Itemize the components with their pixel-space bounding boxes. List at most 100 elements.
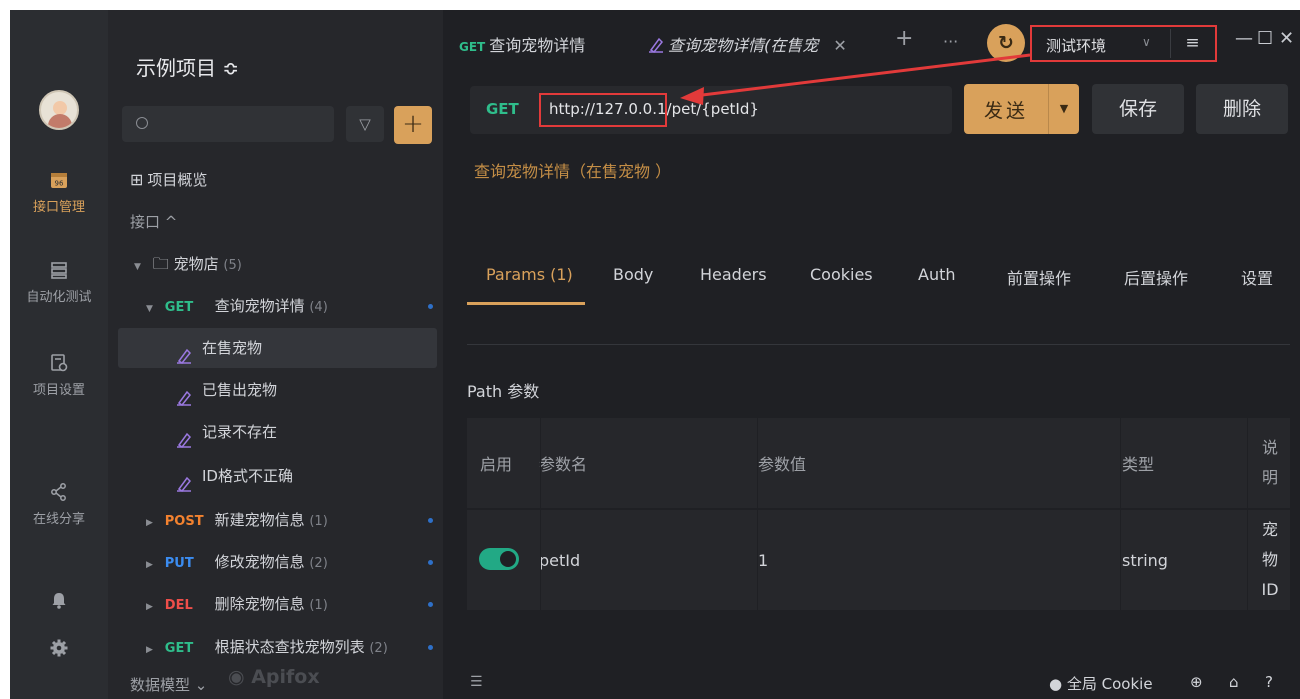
endpoint-item[interactable]: ▶ GET 根据状态查找宠物列表 (2) bbox=[108, 627, 443, 667]
param-name[interactable]: petId bbox=[539, 510, 739, 610]
maximize-button[interactable]: ☐ bbox=[1257, 28, 1273, 49]
tab-pre-processors[interactable]: 前置操作 bbox=[1007, 265, 1071, 289]
chevron-down-icon: ∨ bbox=[1142, 35, 1151, 49]
header-value: 参数值 bbox=[758, 455, 807, 474]
tab-auth[interactable]: Auth bbox=[918, 265, 956, 284]
cookie-icon: ● bbox=[1049, 675, 1063, 693]
caret-right-icon: ▶ bbox=[146, 518, 153, 528]
path-params-title: Path 参数 bbox=[467, 382, 540, 401]
api-calendar-icon: 96 bbox=[49, 170, 69, 190]
plus-icon: + bbox=[402, 109, 424, 139]
new-tab-button[interactable]: + bbox=[895, 26, 913, 51]
folder-pet-store[interactable]: ▼ 🗀 宠物店 (5) bbox=[108, 244, 443, 284]
collapse-panel-icon[interactable]: ☰ bbox=[470, 674, 483, 690]
refresh-icon: ↻ bbox=[998, 32, 1014, 54]
tab-post-processors[interactable]: 后置操作 bbox=[1124, 265, 1188, 289]
tab-body[interactable]: Body bbox=[613, 265, 653, 284]
close-window-button[interactable]: ✕ bbox=[1279, 28, 1294, 49]
status-dot bbox=[428, 518, 433, 523]
send-button[interactable]: 发送 ▼ bbox=[964, 84, 1079, 134]
rail-label: 项目设置 bbox=[32, 383, 85, 398]
endpoint-item[interactable]: ▶ POST 新建宠物信息 (1) bbox=[108, 500, 443, 540]
rail-automation[interactable]: 自动化测试 bbox=[10, 260, 108, 305]
filter-icon: ▽ bbox=[359, 115, 371, 133]
tab-request[interactable]: GET 查询宠物详情 bbox=[459, 32, 585, 56]
column-divider bbox=[1120, 418, 1121, 610]
tab-settings[interactable]: 设置 bbox=[1241, 265, 1273, 289]
tab-params[interactable]: Params (1) bbox=[486, 265, 573, 284]
menu-icon: ≡ bbox=[1185, 33, 1200, 53]
share-icon bbox=[49, 482, 69, 502]
minimize-button[interactable]: — bbox=[1235, 28, 1253, 49]
endpoint-item[interactable]: ▶ PUT 修改宠物信息 (2) bbox=[108, 542, 443, 582]
add-button[interactable]: + bbox=[394, 106, 432, 144]
divider bbox=[467, 344, 1290, 345]
bell-icon bbox=[49, 590, 69, 610]
shirt-icon[interactable]: ⌂ bbox=[1229, 673, 1239, 691]
environment-menu-button[interactable]: ≡ bbox=[1170, 29, 1214, 58]
search-icon bbox=[136, 117, 148, 129]
rail-label: 接口管理 bbox=[32, 200, 85, 215]
caret-right-icon: ▶ bbox=[146, 560, 153, 570]
environment-selector[interactable]: 测试环境 ∨ ≡ bbox=[1030, 25, 1217, 62]
save-button[interactable]: 保存 bbox=[1092, 84, 1184, 134]
request-tabs: Params (1) Body Headers Cookies Auth 前置操… bbox=[467, 262, 1287, 312]
tab-headers[interactable]: Headers bbox=[700, 265, 767, 284]
delete-button[interactable]: 删除 bbox=[1196, 84, 1288, 134]
rail-project-settings[interactable]: 项目设置 bbox=[10, 353, 108, 398]
tab-cookies[interactable]: Cookies bbox=[810, 265, 873, 284]
notifications-button[interactable] bbox=[10, 590, 108, 616]
caret-down-icon: ▼ bbox=[146, 304, 153, 314]
tab-case[interactable]: 查询宠物详情(在售宠 ✕ bbox=[648, 32, 847, 56]
method-selector[interactable]: GET bbox=[486, 100, 519, 118]
case-item[interactable]: 在售宠物 bbox=[118, 328, 437, 368]
endpoint-item[interactable]: ▶ DEL 删除宠物信息 (1) bbox=[108, 584, 443, 624]
status-bar: ☰ ● 全局 Cookie ⊕ ⌂ ? bbox=[443, 668, 1300, 699]
column-divider bbox=[540, 418, 541, 610]
caret-down-icon: ▼ bbox=[134, 262, 141, 272]
test-case-icon bbox=[176, 381, 192, 406]
project-settings-icon bbox=[49, 353, 69, 373]
status-dot bbox=[428, 645, 433, 650]
case-item[interactable]: 记录不存在 bbox=[108, 412, 443, 452]
case-item[interactable]: 已售出宠物 bbox=[108, 370, 443, 410]
rail-api-management[interactable]: 96 接口管理 bbox=[10, 170, 108, 215]
sync-button[interactable]: ↻ bbox=[987, 24, 1025, 62]
test-case-icon bbox=[648, 37, 664, 53]
folder-icon: 🗀 bbox=[152, 254, 169, 273]
avatar[interactable] bbox=[39, 90, 79, 130]
section-api[interactable]: 接口 ^ bbox=[108, 202, 443, 242]
param-type[interactable]: string bbox=[1122, 510, 1242, 610]
param-value[interactable]: 1 bbox=[758, 510, 1118, 610]
test-case-icon bbox=[176, 423, 192, 448]
filter-button[interactable]: ▽ bbox=[346, 106, 384, 142]
case-item[interactable]: ID格式不正确 bbox=[108, 456, 443, 496]
svg-text:96: 96 bbox=[55, 180, 64, 188]
project-title[interactable]: 示例项目 ≎ bbox=[136, 52, 239, 81]
app-window: 96 接口管理 自动化测试 项目设置 在线分享 示例项目 ≎ ▽ + ⊞ 项目概… bbox=[10, 10, 1300, 699]
send-options-button[interactable]: ▼ bbox=[1048, 84, 1079, 134]
sidebar-item-overview[interactable]: ⊞ 项目概览 bbox=[108, 160, 443, 200]
enabled-toggle[interactable] bbox=[479, 548, 519, 570]
rail-label: 在线分享 bbox=[32, 512, 85, 527]
settings-button[interactable] bbox=[10, 638, 108, 664]
grid-icon: ⊞ bbox=[130, 170, 144, 189]
global-cookie-button[interactable]: ● 全局 Cookie bbox=[1049, 673, 1153, 694]
rail-label: 自动化测试 bbox=[26, 290, 92, 305]
search-input[interactable] bbox=[122, 106, 334, 142]
url-input[interactable]: GET http://127.0.0.1/pet/{petId} bbox=[470, 86, 952, 134]
params-table: 启用 参数名 参数值 类型 说 明 petId 1 string 宠 物 ID bbox=[467, 418, 1290, 610]
upload-icon[interactable]: ⊕ bbox=[1190, 673, 1203, 691]
endpoint-item[interactable]: ▼ GET 查询宠物详情 (4) bbox=[108, 286, 443, 326]
column-divider bbox=[757, 418, 758, 610]
status-dot bbox=[428, 560, 433, 565]
more-tabs-button[interactable]: ··· bbox=[943, 32, 958, 51]
close-tab-icon[interactable]: ✕ bbox=[833, 36, 846, 55]
help-icon[interactable]: ? bbox=[1265, 673, 1273, 691]
table-row: petId 1 string 宠 物 ID bbox=[467, 510, 1290, 610]
sidebar-item-data-models[interactable]: 数据模型 ⌄ bbox=[108, 671, 443, 699]
rail-online-share[interactable]: 在线分享 bbox=[10, 482, 108, 527]
test-case-icon bbox=[176, 339, 192, 364]
table-header-row: 启用 参数名 参数值 类型 说 明 bbox=[467, 418, 1290, 508]
param-desc[interactable]: 宠 物 ID bbox=[1250, 510, 1290, 610]
